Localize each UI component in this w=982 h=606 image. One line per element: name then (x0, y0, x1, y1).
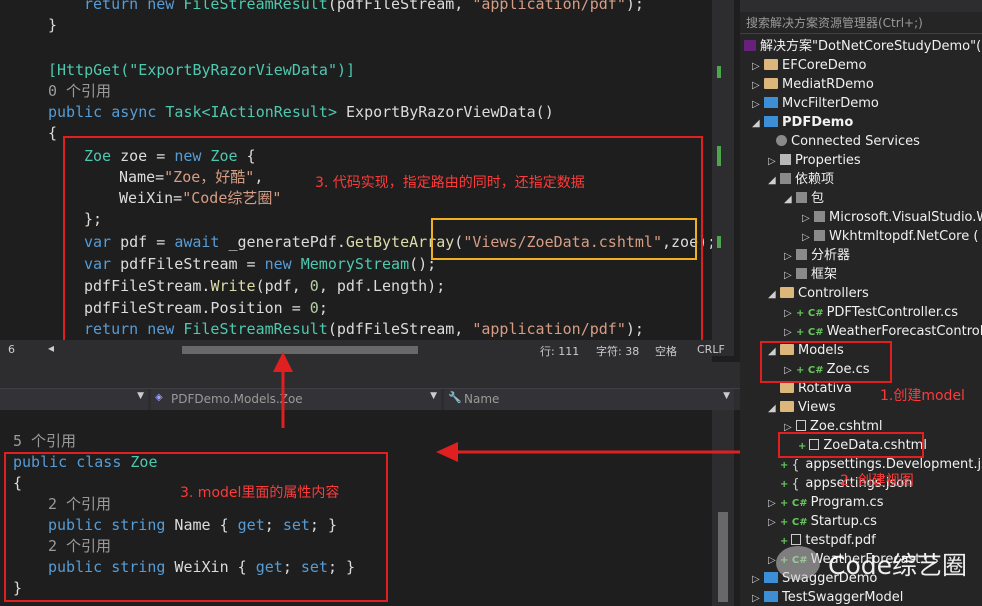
folder-icon (764, 59, 778, 70)
expand-icon: ▷ (752, 99, 760, 110)
expand-icon: ▷ (768, 517, 776, 528)
dependencies-icon (780, 173, 791, 184)
project-icon (764, 591, 778, 602)
expand-icon: ▷ (768, 498, 776, 509)
add-icon: + (780, 460, 789, 471)
json-icon: { (791, 477, 800, 492)
package-icon (796, 192, 807, 203)
tree-item-solution[interactable]: 解决方案"DotNetCoreStudyDemo"(12 (744, 37, 982, 56)
toolbar (740, 0, 982, 12)
wechat-logo-icon (776, 546, 820, 580)
folder-icon (780, 287, 794, 298)
expand-icon: ▷ (768, 156, 776, 167)
expand-icon: ▷ (784, 327, 792, 338)
properties-icon (780, 154, 791, 165)
csharp-icon: + C# (796, 308, 824, 319)
tree-item-connected-services[interactable]: Connected Services (776, 132, 920, 151)
tree-item-mvcfilterdemo[interactable]: ▷ MvcFilterDemo (752, 94, 879, 113)
solution-explorer: 搜索解决方案资源管理器(Ctrl+;) 解决方案"DotNetCoreStudy… (740, 0, 982, 606)
collapse-icon: ◢ (768, 289, 776, 300)
project-icon (764, 116, 778, 127)
add-icon: + (780, 479, 789, 490)
project-icon (764, 572, 778, 583)
solution-icon (744, 40, 756, 51)
expand-icon: ▷ (802, 213, 810, 224)
project-icon (764, 97, 778, 108)
tree-item-views[interactable]: ◢ Views (768, 398, 836, 417)
csharp-icon: + C# (780, 517, 808, 528)
csharp-icon: + C# (796, 327, 824, 338)
folder-icon (764, 78, 778, 89)
tree-item-weatherforecastcontroller[interactable]: ▷+ C#WeatherForecastController (784, 322, 982, 341)
expand-icon: ▷ (752, 61, 760, 72)
tree-item-packages[interactable]: ◢ 包 (784, 189, 824, 208)
csharp-icon: + C# (780, 498, 808, 509)
annotation-text: 2. 创建视图 (840, 473, 914, 489)
tree-item-frameworks[interactable]: ▷ 框架 (784, 265, 837, 284)
watermark-text: Code综艺圈 (828, 551, 968, 580)
expand-icon: ▷ (802, 232, 810, 243)
tree-item-dependencies[interactable]: ◢ 依赖项 (768, 170, 834, 189)
expand-icon: ▷ (784, 308, 792, 319)
tree-item-pdftestcontroller[interactable]: ▷ + C# PDFTestController.cs (784, 303, 958, 322)
expand-icon: ▷ (784, 270, 792, 281)
divider (740, 33, 982, 34)
folder-icon (780, 401, 794, 412)
tree-item-pdfdemo[interactable]: ◢ PDFDemo (752, 113, 853, 132)
tree-item-efcoredemo[interactable]: ▷ EFCoreDemo (752, 56, 866, 75)
tree-item-package[interactable]: ▷ Wkhtmltopdf.NetCore ( (802, 227, 978, 246)
annotation-box-models (760, 341, 892, 383)
annotation-text: 1.创建model (880, 388, 965, 404)
tree-item-controllers[interactable]: ◢ Controllers (768, 284, 869, 303)
cshtml-icon (796, 420, 806, 431)
package-icon (814, 230, 825, 241)
tree-item-package[interactable]: ▷ Microsoft.VisualStudio.W (802, 208, 982, 227)
expand-icon: ▷ (752, 593, 760, 604)
connected-services-icon (776, 135, 787, 146)
expand-icon: ▷ (752, 574, 760, 585)
search-input[interactable]: 搜索解决方案资源管理器(Ctrl+;) (746, 14, 923, 31)
annotation-box-zoedata (778, 432, 924, 458)
tree-item-mediatrdemo[interactable]: ▷ MediatRDemo (752, 75, 874, 94)
collapse-icon: ◢ (768, 175, 776, 186)
package-icon (814, 211, 825, 222)
collapse-icon: ◢ (752, 118, 760, 129)
collapse-icon: ◢ (768, 403, 776, 414)
expand-icon: ▷ (752, 80, 760, 91)
folder-icon (780, 382, 794, 393)
expand-icon: ▷ (784, 251, 792, 262)
collapse-icon: ◢ (784, 194, 792, 205)
tree-item-program-cs[interactable]: ▷ + C# Program.cs (768, 493, 883, 512)
analyzer-icon (796, 249, 807, 260)
tree-item-properties[interactable]: ▷ Properties (768, 151, 861, 170)
pdf-icon (791, 534, 802, 545)
tree-item-analyzers[interactable]: ▷ 分析器 (784, 246, 850, 265)
tree-item-startup-cs[interactable]: ▷ + C# Startup.cs (768, 512, 877, 531)
framework-icon (796, 268, 807, 279)
tree-item-testswaggermodel[interactable]: ▷ TestSwaggerModel (752, 588, 903, 606)
add-icon: + (780, 536, 789, 547)
